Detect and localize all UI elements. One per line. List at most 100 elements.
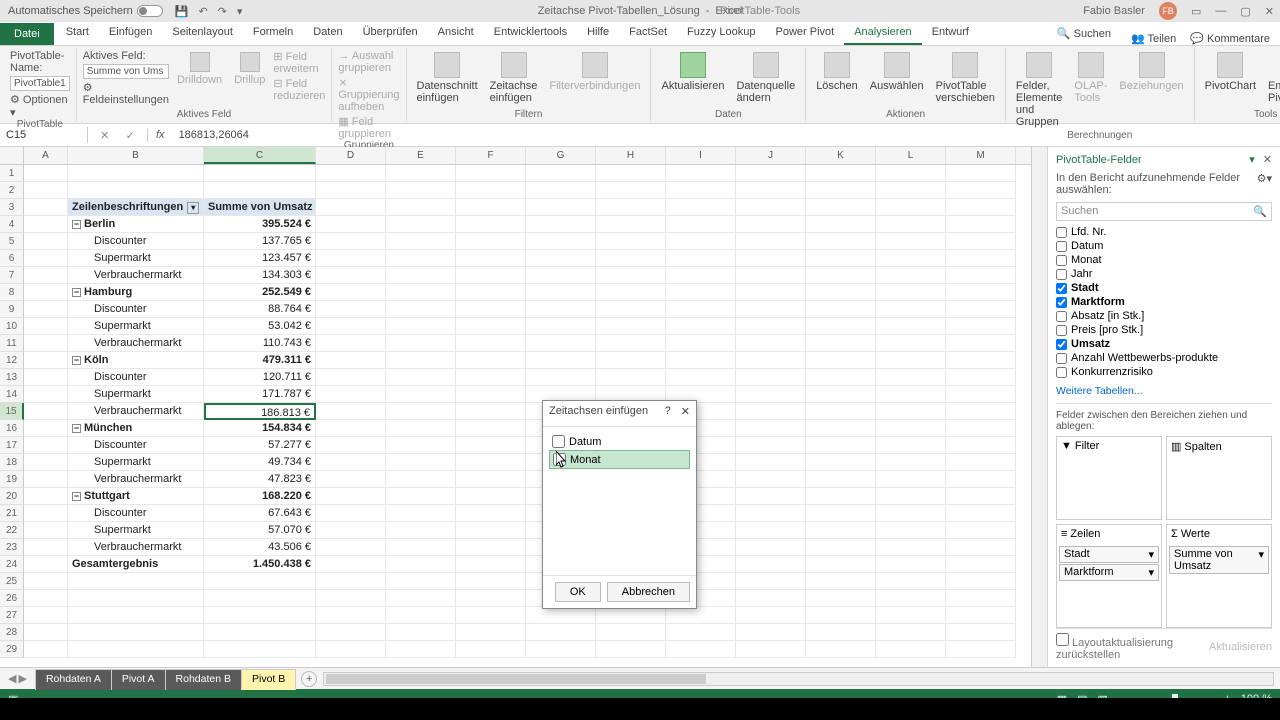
row-header[interactable]: 24: [0, 556, 24, 573]
cell[interactable]: 120.711 €: [204, 369, 316, 386]
cell[interactable]: 57.277 €: [204, 437, 316, 454]
cell[interactable]: −Hamburg: [68, 284, 204, 301]
defer-layout-checkbox[interactable]: Layoutaktualisierung zurückstellen: [1056, 633, 1209, 661]
area-chip[interactable]: Summe von Umsatz▾: [1169, 546, 1269, 574]
recommended-button[interactable]: Empfohlene PivotTables: [1264, 50, 1280, 106]
qat-dropdown-icon[interactable]: ▾: [237, 5, 243, 18]
row-header[interactable]: 10: [0, 318, 24, 335]
cell[interactable]: [68, 590, 204, 607]
cell[interactable]: Verbrauchermarkt: [68, 471, 204, 488]
cell[interactable]: Verbrauchermarkt: [68, 335, 204, 352]
collapse-icon[interactable]: −: [72, 492, 81, 501]
cell[interactable]: Discounter: [68, 233, 204, 250]
cell[interactable]: [204, 182, 316, 199]
tab-ansicht[interactable]: Ansicht: [428, 21, 484, 45]
cell[interactable]: 137.765 €: [204, 233, 316, 250]
column-header-E[interactable]: E: [386, 147, 456, 164]
close-icon[interactable]: ✕: [1265, 5, 1274, 18]
field-item[interactable]: Monat: [1056, 253, 1272, 267]
field-item[interactable]: Preis [pro Stk.]: [1056, 323, 1272, 337]
sheet-tab[interactable]: Rohdaten A: [35, 669, 112, 690]
row-header[interactable]: 8: [0, 284, 24, 301]
field-item[interactable]: Umsatz: [1056, 337, 1272, 351]
column-header-K[interactable]: K: [806, 147, 876, 164]
row-header[interactable]: 19: [0, 471, 24, 488]
user-name[interactable]: Fabio Basler: [1083, 5, 1145, 17]
cell[interactable]: 479.311 €: [204, 352, 316, 369]
sheet-tab[interactable]: Pivot A: [111, 669, 166, 690]
worksheet-grid[interactable]: ABCDEFGHIJKLM 123Zeilenbeschriftungen▾Su…: [0, 147, 1031, 667]
cell[interactable]: 1.450.438 €: [204, 556, 316, 573]
insert-timeline-button[interactable]: Zeitachse einfügen: [486, 50, 542, 106]
fields-items-button[interactable]: Felder, Elemente und Gruppen: [1012, 50, 1066, 130]
row-header[interactable]: 1: [0, 165, 24, 182]
search-tab[interactable]: 🔍 Suchen: [1047, 22, 1121, 45]
cell[interactable]: [204, 641, 316, 658]
insert-slicer-button[interactable]: Datenschnitt einfügen: [413, 50, 482, 106]
refresh-button[interactable]: Aktualisieren: [657, 50, 728, 94]
more-tables-link[interactable]: Weitere Tabellen...: [1056, 385, 1272, 397]
cell[interactable]: [68, 607, 204, 624]
field-item[interactable]: Konkurrenzrisiko: [1056, 365, 1272, 379]
cell[interactable]: [204, 624, 316, 641]
column-header-B[interactable]: B: [68, 147, 204, 164]
tab-fuzzy lookup[interactable]: Fuzzy Lookup: [677, 21, 765, 45]
close-pane-icon[interactable]: ✕: [1263, 154, 1272, 166]
tab-analysieren[interactable]: Analysieren: [844, 21, 921, 45]
redo-icon[interactable]: ↷: [218, 5, 227, 18]
dialog-close-icon[interactable]: ✕: [681, 405, 690, 422]
filter-dropdown-icon[interactable]: ▾: [187, 202, 199, 214]
pivottable-name-input[interactable]: PivotTable1: [10, 76, 70, 91]
cell[interactable]: 168.220 €: [204, 488, 316, 505]
field-search-input[interactable]: Suchen🔍: [1056, 202, 1272, 221]
row-header[interactable]: 9: [0, 301, 24, 318]
cell[interactable]: 252.549 €: [204, 284, 316, 301]
field-item[interactable]: Absatz [in Stk.]: [1056, 309, 1272, 323]
user-avatar-icon[interactable]: FB: [1159, 2, 1177, 20]
row-header[interactable]: 11: [0, 335, 24, 352]
move-button[interactable]: PivotTable verschieben: [932, 50, 999, 106]
tab-einfügen[interactable]: Einfügen: [99, 21, 162, 45]
cell[interactable]: Discounter: [68, 369, 204, 386]
options-button[interactable]: ⚙ Optionen ▾: [10, 93, 70, 119]
timeline-option-monat[interactable]: Monat: [549, 450, 690, 469]
active-field-input[interactable]: Summe von Ums: [83, 64, 169, 79]
cell[interactable]: 123.457 €: [204, 250, 316, 267]
row-header[interactable]: 3: [0, 199, 24, 216]
row-header[interactable]: 22: [0, 522, 24, 539]
autosave-toggle[interactable]: Automatisches Speichern: [8, 5, 163, 17]
select-button[interactable]: Auswählen: [866, 50, 928, 94]
collapse-icon[interactable]: −: [72, 356, 81, 365]
name-box[interactable]: C15: [0, 127, 88, 143]
field-item[interactable]: Jahr: [1056, 267, 1272, 281]
cell[interactable]: Summe von Umsatz: [204, 199, 316, 216]
row-header[interactable]: 20: [0, 488, 24, 505]
cell[interactable]: Supermarkt: [68, 318, 204, 335]
sheet-tab[interactable]: Rohdaten B: [165, 669, 242, 690]
row-header[interactable]: 21: [0, 505, 24, 522]
fx-icon[interactable]: fx: [148, 129, 173, 141]
row-header[interactable]: 28: [0, 624, 24, 641]
cell[interactable]: 43.506 €: [204, 539, 316, 556]
cell[interactable]: 134.303 €: [204, 267, 316, 284]
field-item[interactable]: Anzahl Wettbewerbs-produkte: [1056, 351, 1272, 365]
field-settings-button[interactable]: ⚙ Feldeinstellungen: [83, 81, 169, 106]
tab-start[interactable]: Start: [56, 21, 99, 45]
select-all-corner[interactable]: [0, 147, 24, 164]
cell[interactable]: −München: [68, 420, 204, 437]
cell[interactable]: Verbrauchermarkt: [68, 403, 204, 420]
gear-icon[interactable]: ⚙▾: [1257, 172, 1272, 196]
tab-nav-prev-icon[interactable]: ◀: [8, 672, 16, 685]
row-header[interactable]: 13: [0, 369, 24, 386]
cell[interactable]: 395.524 €: [204, 216, 316, 233]
maximize-icon[interactable]: ▢: [1240, 5, 1250, 18]
cell[interactable]: [68, 165, 204, 182]
change-datasource-button[interactable]: Datenquelle ändern: [732, 50, 799, 106]
tab-formeln[interactable]: Formeln: [243, 21, 303, 45]
cell[interactable]: 47.823 €: [204, 471, 316, 488]
row-header[interactable]: 12: [0, 352, 24, 369]
row-header[interactable]: 7: [0, 267, 24, 284]
timeline-option-datum[interactable]: Datum: [549, 433, 690, 450]
cell[interactable]: 171.787 €: [204, 386, 316, 403]
field-item[interactable]: Lfd. Nr.: [1056, 225, 1272, 239]
